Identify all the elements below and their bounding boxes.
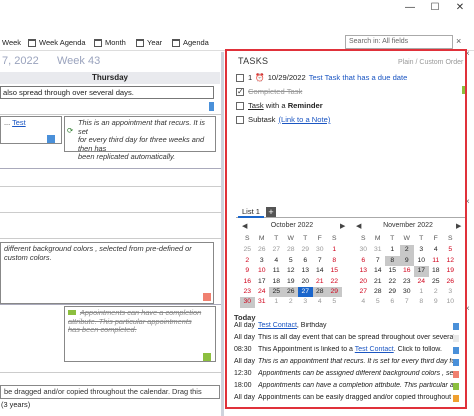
week-agenda-label: Week Agenda: [39, 38, 86, 47]
draggable-appointment[interactable]: be dragged and/or copied throughout the …: [0, 385, 220, 399]
hour-divider: [0, 168, 222, 169]
calendar-icon: [28, 38, 36, 47]
day-calendar: 7, 2022 Week 43 Thursday also spread thr…: [0, 52, 224, 416]
hour-divider: [0, 186, 222, 187]
month-label: Month: [105, 38, 126, 47]
test-contact-link[interactable]: Test: [12, 118, 26, 127]
calendar-icon: [94, 38, 102, 47]
appointment-prefix: ...: [4, 118, 13, 127]
recurring-appointment[interactable]: ⟳ This is an appointment that recurs. It…: [64, 116, 216, 161]
hour-divider: [0, 372, 222, 373]
week-agenda-view-button[interactable]: Week Agenda: [28, 36, 86, 49]
color-swatch: [203, 293, 211, 301]
calendar-icon: [172, 38, 180, 47]
year-label: Year: [147, 38, 163, 47]
week-heading: Week 43: [57, 55, 101, 67]
event-color-bar: [209, 102, 214, 111]
completed-appointment[interactable]: Appointments can have a completion attri…: [64, 306, 216, 362]
agenda-label: Agenda: [183, 38, 209, 47]
search-input[interactable]: Search in: All fields: [345, 35, 453, 49]
color-swatch: [203, 353, 211, 361]
month-view-button[interactable]: Month: [94, 36, 126, 49]
hour-divider: [0, 212, 222, 213]
completed-icon: [68, 310, 76, 315]
year-view-button[interactable]: Year: [136, 36, 162, 49]
done-line-3: has been completed.: [68, 325, 137, 335]
recur-line-3: been replicated automatically.: [78, 152, 176, 162]
bg-line-2: custom colors.: [4, 252, 52, 262]
recur-line-1: This is an appointment that recurs. It i…: [78, 118, 205, 136]
week-label: Week: [2, 38, 22, 47]
linked-appointment[interactable]: ... Test: [0, 116, 62, 144]
calendar-icon: [136, 38, 144, 47]
color-swatch: [47, 135, 55, 143]
day-header: Thursday: [0, 72, 220, 84]
recur-line-2: for every third day for three weeks and …: [78, 135, 205, 153]
hour-divider: [0, 114, 222, 115]
title-bar: — ☐ ✕: [0, 0, 474, 16]
hour-divider: [0, 238, 222, 239]
hour-divider: [0, 304, 222, 305]
drag-line-1: be dragged and/or copied throughout the …: [4, 387, 202, 396]
multi-day-event[interactable]: also spread through over several days.: [0, 86, 214, 99]
minimize-icon[interactable]: —: [404, 2, 416, 14]
drag-line-2: (3 years): [1, 400, 31, 409]
maximize-icon[interactable]: ☐: [429, 2, 441, 14]
close-icon[interactable]: ✕: [454, 2, 466, 14]
search-clear-icon[interactable]: ×: [456, 36, 461, 46]
date-header: 7, 2022 Week 43: [0, 55, 224, 71]
agenda-view-button[interactable]: Agenda: [172, 36, 209, 49]
highlight-frame: [225, 49, 467, 409]
background-color-appointment[interactable]: different background colors , selected f…: [0, 242, 214, 304]
recur-icon: ⟳: [67, 126, 74, 135]
week-view-button[interactable]: Week: [2, 36, 21, 49]
date-heading: 7, 2022: [2, 55, 39, 67]
